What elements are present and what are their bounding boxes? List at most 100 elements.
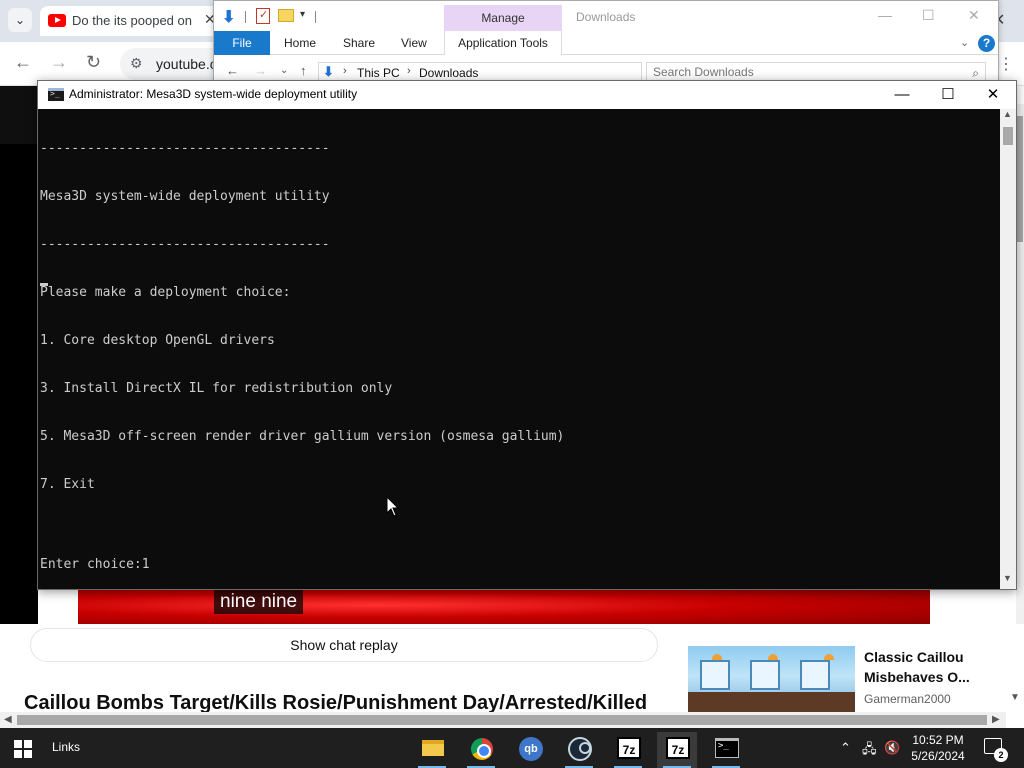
tab-search-button[interactable]: ⌄ <box>8 8 32 32</box>
thumb-window <box>700 660 730 690</box>
taskbar-7zip[interactable]: 7z <box>608 732 648 768</box>
console-line: 1. Core desktop OpenGL drivers <box>40 333 275 348</box>
window-title: Downloads <box>576 10 636 24</box>
up-icon[interactable]: ↑ <box>300 63 307 78</box>
search-downloads-field[interactable]: Search Downloads ⌕ <box>646 62 986 82</box>
text-cursor <box>40 283 48 286</box>
console-lines: ------------------------------------- Me… <box>40 109 564 605</box>
console-line: 5. Mesa3D off-screen render driver galli… <box>40 429 565 444</box>
console-line: Please make a deployment choice: <box>40 285 291 300</box>
console-titlebar[interactable]: Administrator: Mesa3D system-wide deploy… <box>38 81 1016 109</box>
thumb-floor <box>688 692 855 712</box>
thumb-lamp <box>824 654 834 660</box>
minimize-button[interactable]: — <box>879 84 925 106</box>
scroll-down-arrow[interactable]: ▼ <box>1010 692 1020 703</box>
forward-icon[interactable]: → <box>50 52 68 73</box>
scrollbar-thumb[interactable] <box>1003 127 1013 145</box>
taskbar-steam[interactable] <box>559 732 599 768</box>
tab-application-tools[interactable]: Application Tools <box>444 31 562 55</box>
tab-file[interactable]: File <box>214 31 270 55</box>
taskbar-command-prompt[interactable] <box>706 732 746 768</box>
menu-icon[interactable]: ⋮ <box>998 54 1014 74</box>
breadcrumb-downloads[interactable]: Downloads <box>419 66 478 80</box>
reload-icon[interactable]: ↻ <box>86 52 101 73</box>
horizontal-scrollbar[interactable]: ◀ ▶ <box>0 712 1006 728</box>
folder-icon <box>422 740 444 756</box>
taskbar-7zip-active[interactable]: 7z <box>657 732 697 768</box>
maximize-button[interactable]: ☐ <box>925 84 971 106</box>
tab-share[interactable]: Share <box>343 36 375 50</box>
recommended-thumbnail[interactable] <box>688 646 855 712</box>
console-title: Administrator: Mesa3D system-wide deploy… <box>69 87 358 101</box>
back-icon[interactable]: ← <box>226 63 239 78</box>
scroll-down-arrow[interactable]: ▼ <box>1003 573 1012 583</box>
thumb-window <box>750 660 780 690</box>
command-prompt-icon <box>715 738 739 758</box>
console-line: 7. Exit <box>40 477 95 492</box>
7zip-icon: 7z <box>617 737 641 759</box>
console-scrollbar[interactable]: ▲ ▼ <box>1000 109 1016 589</box>
thumb-window <box>800 660 830 690</box>
tab-title: Do the its pooped on <box>72 13 192 28</box>
downloads-icon: ⬇ <box>323 64 334 79</box>
notification-count-badge: 2 <box>994 748 1008 762</box>
console-icon[interactable] <box>48 88 64 101</box>
taskbar-qbittorrent[interactable]: qb <box>510 732 550 768</box>
site-settings-icon[interactable]: ⚙ <box>130 55 143 72</box>
thumb-lamp <box>768 654 778 660</box>
scroll-left-arrow[interactable]: ◀ <box>4 714 12 725</box>
chrome-icon <box>471 738 493 760</box>
back-icon[interactable]: ← <box>14 52 32 73</box>
scroll-up-arrow[interactable]: ▲ <box>1003 109 1012 119</box>
browser-tab[interactable]: Do the its pooped on ✕ <box>40 6 220 36</box>
close-button[interactable]: ✕ <box>970 84 1016 106</box>
close-button[interactable]: ✕ <box>968 7 980 24</box>
customize-toolbar-icon[interactable]: ▾ <box>300 9 305 20</box>
mouse-pointer-icon <box>386 496 400 517</box>
breadcrumb-this-pc[interactable]: This PC <box>357 66 400 80</box>
ribbon-tabs: File Home Share View Application Tools ⌄… <box>214 31 998 55</box>
properties-icon[interactable] <box>256 8 270 24</box>
page-vertical-scrollbar[interactable] <box>1016 104 1024 624</box>
network-icon[interactable]: 🖧 <box>862 740 877 762</box>
minimize-button[interactable]: — <box>878 7 892 23</box>
links-toolbar[interactable]: Links <box>52 740 80 754</box>
thumb-lamp <box>712 654 722 660</box>
windows-start-icon[interactable] <box>14 740 32 758</box>
scroll-right-arrow[interactable]: ▶ <box>992 714 1000 725</box>
breadcrumb-separator[interactable]: › <box>343 65 347 77</box>
taskbar-chrome[interactable] <box>461 732 501 768</box>
forward-icon[interactable]: → <box>254 63 267 78</box>
console-output[interactable]: ------------------------------------- Me… <box>40 109 998 589</box>
breadcrumb-separator[interactable]: › <box>407 65 411 77</box>
tab-view[interactable]: View <box>401 36 427 50</box>
show-hidden-icons-chevron[interactable]: ⌃ <box>840 740 851 756</box>
scrollbar-thumb[interactable] <box>17 715 987 725</box>
download-arrow-icon: ⬇ <box>222 9 236 26</box>
url-text[interactable]: youtube.c <box>156 56 217 72</box>
clock-time: 10:52 PM <box>912 733 964 747</box>
system-clock[interactable]: 10:52 PM 5/26/2024 <box>904 732 972 764</box>
expand-ribbon-icon[interactable]: ⌄ <box>960 36 969 49</box>
taskbar-file-explorer[interactable] <box>412 732 452 768</box>
manage-tab[interactable]: Manage <box>444 5 562 31</box>
taskbar: Links qb 7z 7z ⌃ 🖧 🔇 10:52 PM 5/26/2024 … <box>0 728 1024 768</box>
recent-locations-icon[interactable]: ⌄ <box>280 65 288 76</box>
recommended-channel[interactable]: Gamerman2000 <box>864 692 951 706</box>
volume-muted-icon[interactable]: 🔇 <box>884 740 900 756</box>
new-folder-icon[interactable] <box>278 9 294 22</box>
console-window: Administrator: Mesa3D system-wide deploy… <box>37 80 1017 590</box>
recommended-title[interactable]: Classic Caillou Misbehaves O... <box>864 647 1000 687</box>
show-chat-replay-button[interactable]: Show chat replay <box>30 628 658 662</box>
console-line: Mesa3D system-wide deployment utility <box>40 189 330 204</box>
scrollbar-thumb[interactable] <box>1017 116 1023 242</box>
maximize-button[interactable]: ☐ <box>922 7 935 24</box>
console-line: 3. Install DirectX IL for redistribution… <box>40 381 393 396</box>
help-icon[interactable]: ? <box>978 35 995 52</box>
youtube-sidebar <box>0 144 38 624</box>
7zip-icon: 7z <box>666 737 690 759</box>
address-box[interactable]: ⬇ › This PC › Downloads ⌄ ↻ <box>318 62 733 82</box>
file-explorer-window: ⬇ ▾ Manage Downloads — ☐ ✕ File Home Sha… <box>213 0 999 83</box>
clock-date: 5/26/2024 <box>911 749 965 763</box>
tab-home[interactable]: Home <box>284 36 316 50</box>
